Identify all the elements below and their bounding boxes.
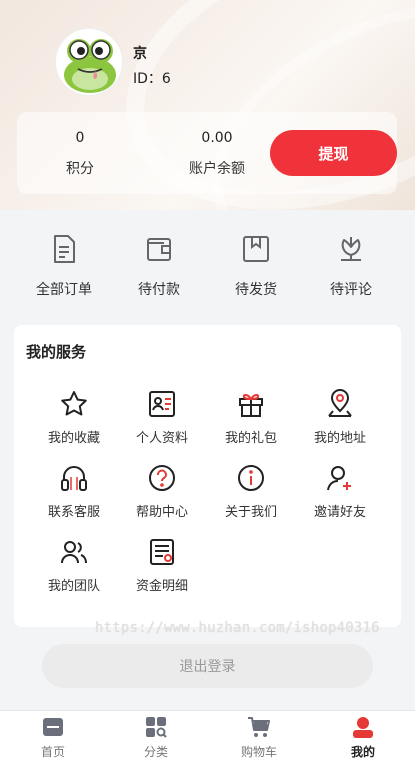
balance-label: 账户余额 [189,161,245,177]
points-stat[interactable]: 0 积分 [30,130,130,178]
balance-card: 0 积分 0.00 账户余额 提现 [17,112,397,194]
service-label: 个人资料 [135,431,188,446]
service-label: 我的地址 [313,431,366,446]
service-favorites[interactable]: 我的收藏 [28,389,120,446]
service-about[interactable]: 关于我们 [205,463,297,520]
withdraw-button[interactable]: 提现 [270,130,397,176]
services-title: 我的服务 [26,343,87,361]
funds-detail-icon [147,537,177,567]
balance-value: 0.00 [201,130,233,146]
box-icon [240,233,272,265]
service-label: 我的收藏 [47,431,100,446]
service-support[interactable]: 联系客服 [28,463,120,520]
tab-category[interactable]: 分类 [116,715,196,760]
balance-stat[interactable]: 0.00 账户余额 [167,130,267,178]
order-item-pending-payment[interactable]: 待付款 [114,233,204,299]
info-icon [236,463,266,493]
service-address[interactable]: 我的地址 [294,389,386,446]
cart-icon [247,715,271,739]
tab-profile[interactable]: 我的 [323,715,403,760]
username: 京 [133,46,147,62]
order-shortcuts: 全部订单 待付款 待发货 待评论 [0,225,415,310]
bottom-tab-bar: 首页 分类 购物车 我的 [0,710,415,766]
tab-cart[interactable]: 购物车 [219,715,299,760]
order-item-pending-shipment[interactable]: 待发货 [211,233,301,299]
service-label: 资金明细 [135,579,188,594]
tab-label: 分类 [143,745,168,759]
tab-label: 首页 [40,745,65,759]
service-label: 帮助中心 [135,505,188,520]
service-profile[interactable]: 个人资料 [116,389,208,446]
service-funds[interactable]: 资金明细 [116,537,208,594]
id-card-icon [147,389,177,419]
category-icon [144,715,168,739]
service-label: 我的礼包 [224,431,277,446]
avatar[interactable] [55,28,123,96]
user-id: ID：6 [133,71,171,87]
star-icon [59,389,89,419]
home-icon [41,715,65,739]
order-label: 待付款 [138,282,180,298]
order-label: 待评论 [330,282,372,298]
service-team[interactable]: 我的团队 [28,537,120,594]
service-help[interactable]: 帮助中心 [116,463,208,520]
service-label: 联系客服 [47,505,100,520]
profile-icon [351,715,375,739]
order-item-all[interactable]: 全部订单 [19,233,109,299]
points-label: 积分 [66,161,94,177]
help-icon [147,463,177,493]
document-list-icon [48,233,80,265]
service-label: 我的团队 [47,579,100,594]
headset-icon [59,463,89,493]
order-label: 全部订单 [36,282,92,298]
wallet-icon [143,233,175,265]
order-label: 待发货 [235,282,277,298]
points-value: 0 [75,130,85,146]
team-icon [59,537,89,567]
service-gifts[interactable]: 我的礼包 [205,389,297,446]
service-label: 邀请好友 [313,505,366,520]
location-pin-icon [325,389,355,419]
tab-home[interactable]: 首页 [13,715,93,760]
watermark-text: https://www.huzhan.com/ishop40316 [95,620,380,636]
service-label: 关于我们 [224,505,277,520]
service-invite[interactable]: 邀请好友 [294,463,386,520]
services-card: 我的服务 我的收藏 个人资料 我的礼包 我的地址 联系客服 帮助中心 关于我们 … [14,325,401,627]
flower-icon [335,233,367,265]
tab-label: 购物车 [240,745,277,759]
add-user-icon [325,463,355,493]
order-item-pending-review[interactable]: 待评论 [306,233,396,299]
tab-label: 我的 [350,745,375,759]
logout-button[interactable]: 退出登录 [42,644,373,688]
gift-icon [236,389,266,419]
